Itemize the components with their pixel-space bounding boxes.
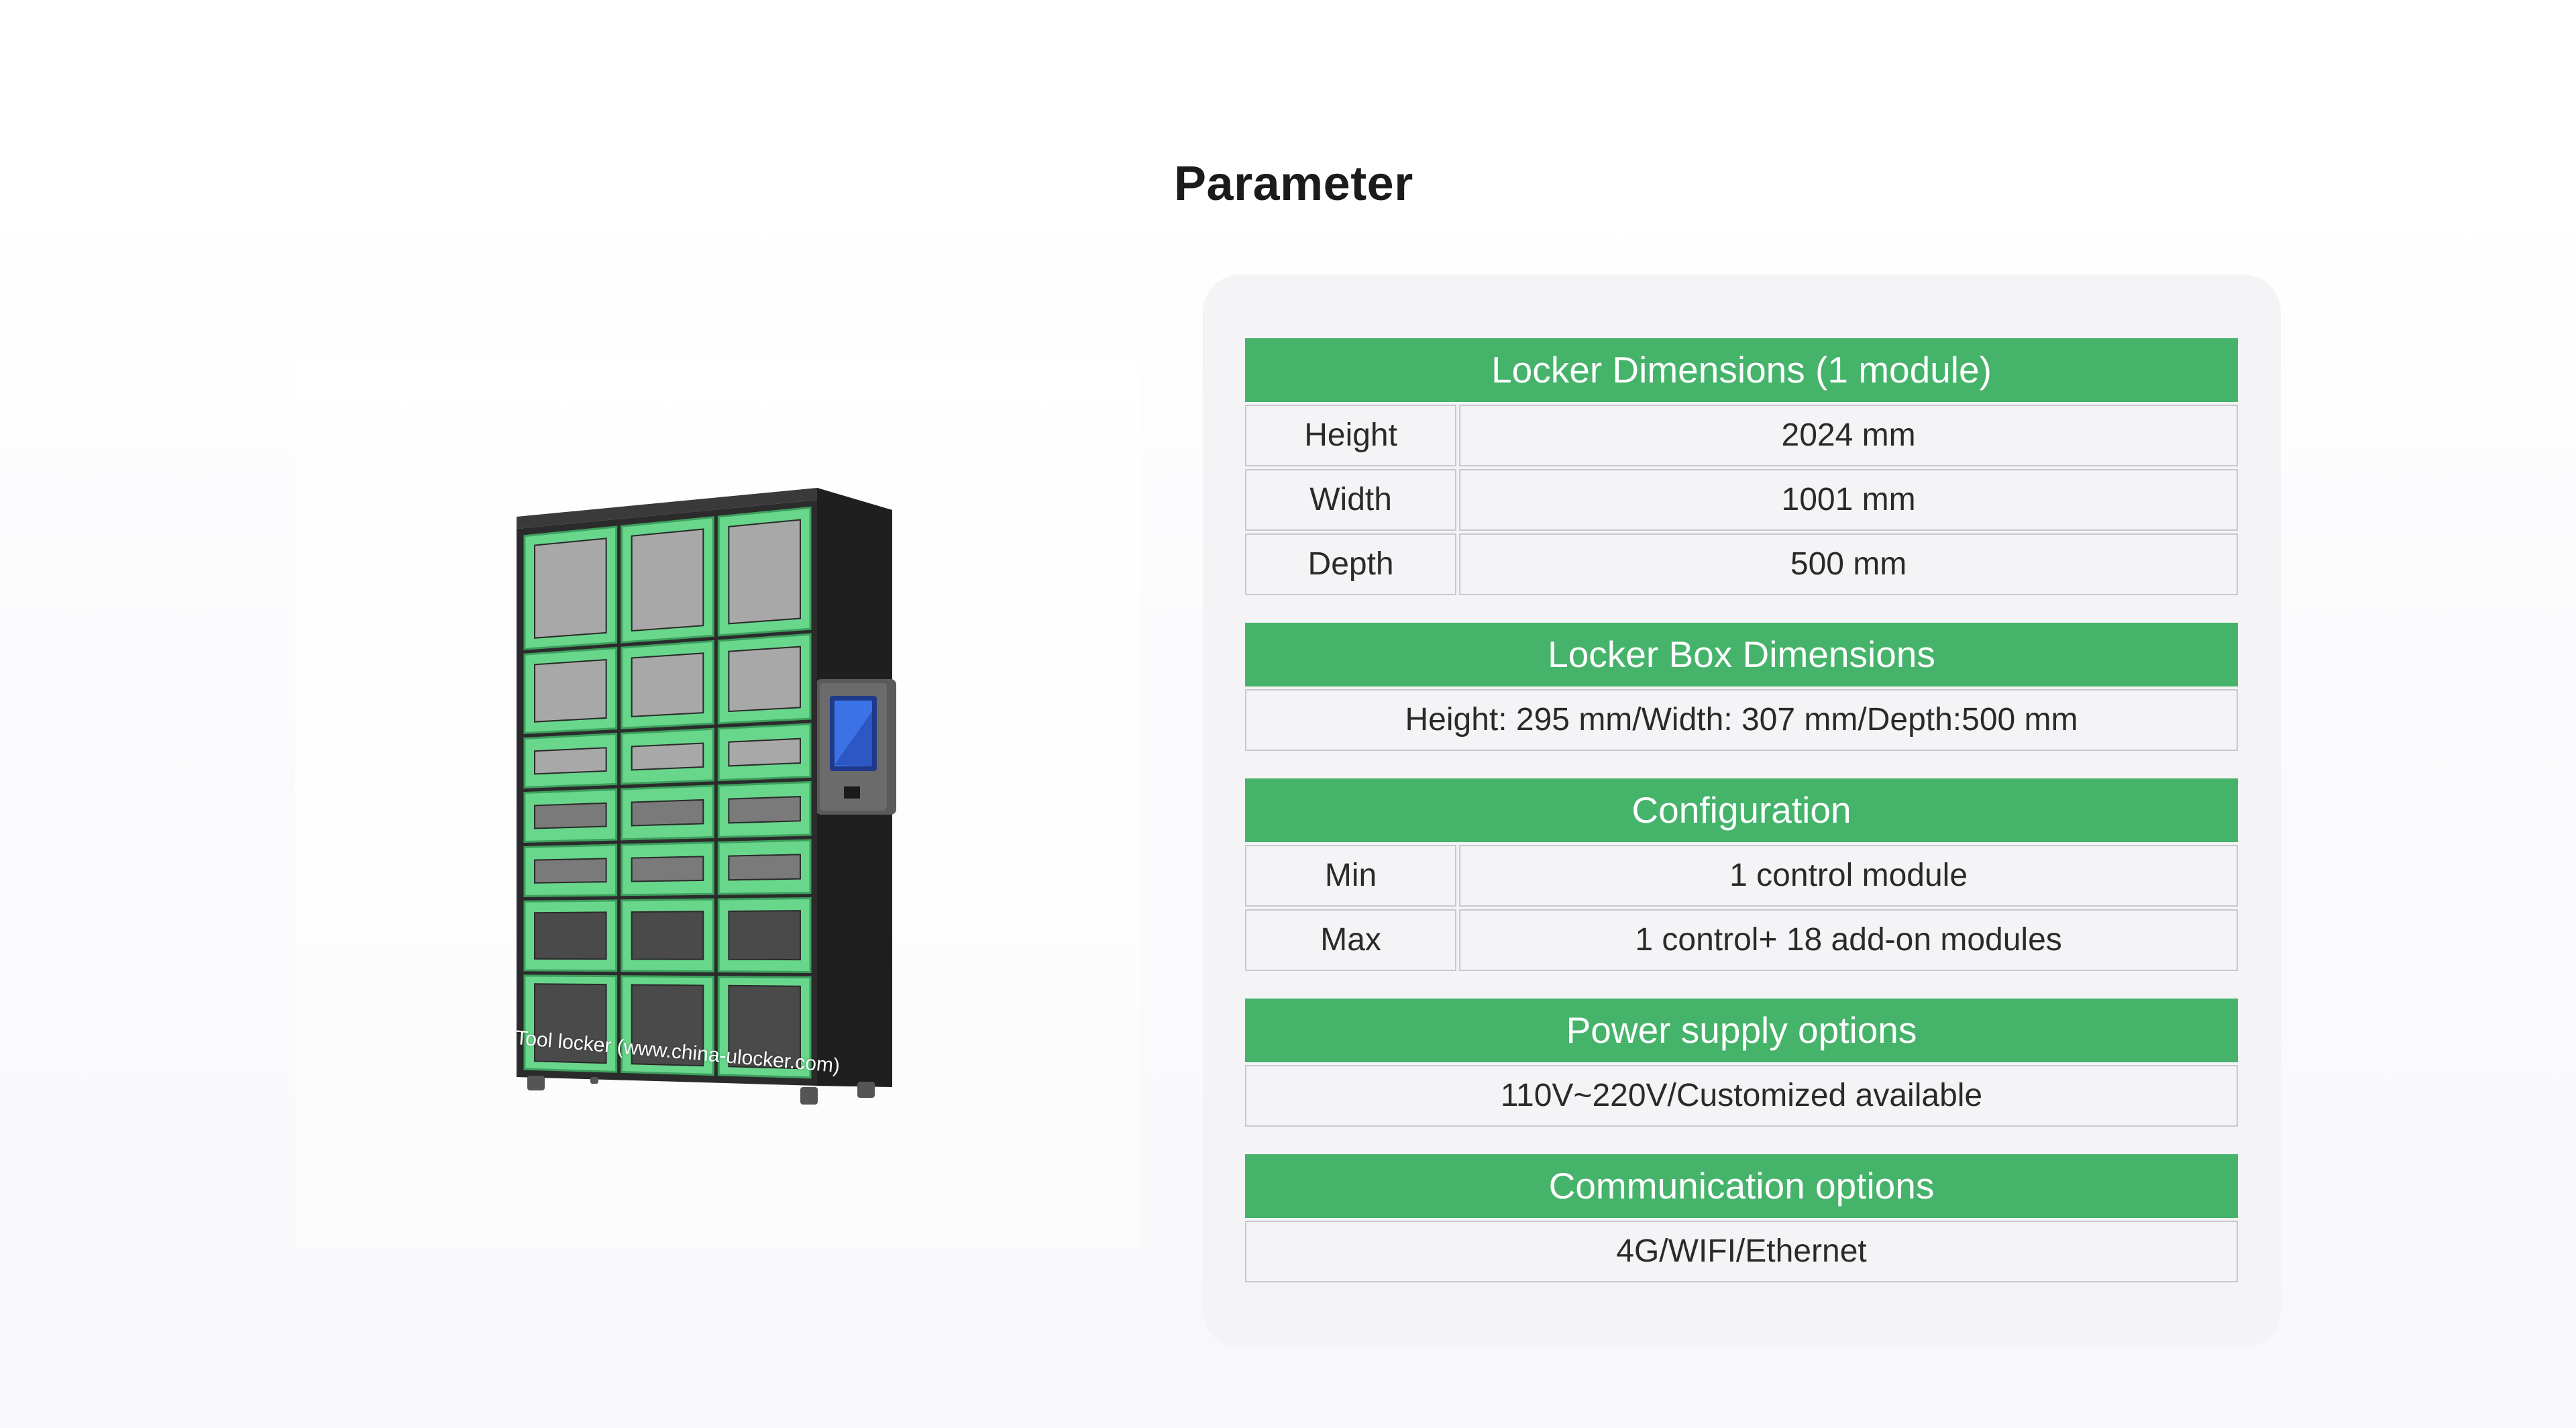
locker-dimensions-section: Locker Dimensions (1 module) Height 2024…	[1245, 338, 2238, 595]
locker-door-window	[534, 911, 607, 960]
box-dimensions-section: Locker Box Dimensions Height: 295 mm/Wid…	[1245, 623, 2238, 751]
spec-row-box-dimensions: Height: 295 mm/Width: 307 mm/Depth:500 m…	[1245, 689, 2238, 751]
spec-value: 1 control+ 18 add-on modules	[1459, 909, 2238, 971]
locker-door-window	[631, 799, 704, 827]
communication-section: Communication options 4G/WIFI/Ethernet	[1245, 1154, 2238, 1282]
locker-door-window	[631, 652, 704, 717]
locker-door-window	[631, 528, 704, 632]
locker-door-window	[728, 646, 801, 713]
spec-card: Locker Dimensions (1 module) Height 2024…	[1203, 274, 2281, 1348]
spec-value: Height: 295 mm/Width: 307 mm/Depth:500 m…	[1245, 689, 2238, 751]
locker-door-window	[631, 911, 704, 960]
locker-door-window	[631, 856, 704, 882]
spec-row-communication: 4G/WIFI/Ethernet	[1245, 1221, 2238, 1282]
communication-header: Communication options	[1245, 1154, 2238, 1218]
configuration-header: Configuration	[1245, 778, 2238, 842]
locker-door-window	[728, 854, 801, 881]
locker-door-window	[728, 796, 801, 824]
spec-row-width: Width 1001 mm	[1245, 469, 2238, 531]
spec-label: Width	[1245, 469, 1457, 531]
locker-door-window	[631, 742, 704, 771]
spec-row-depth: Depth 500 mm	[1245, 533, 2238, 595]
spec-label: Height	[1245, 405, 1457, 466]
spec-value: 4G/WIFI/Ethernet	[1245, 1221, 2238, 1282]
locker-door-window	[534, 858, 607, 884]
locker-door-window	[728, 737, 801, 767]
locker-door-window	[534, 659, 607, 723]
configuration-section: Configuration Min 1 control module Max 1…	[1245, 778, 2238, 971]
locker-door-window	[728, 910, 801, 961]
spec-value: 500 mm	[1459, 533, 2238, 595]
spec-label: Max	[1245, 909, 1457, 971]
power-supply-section: Power supply options 110V~220V/Customize…	[1245, 999, 2238, 1127]
spec-value: 1 control module	[1459, 845, 2238, 907]
locker-door-window	[534, 747, 607, 775]
spec-row-height: Height 2024 mm	[1245, 405, 2238, 466]
power-supply-header: Power supply options	[1245, 999, 2238, 1062]
spec-row-min: Min 1 control module	[1245, 845, 2238, 907]
box-dimensions-header: Locker Box Dimensions	[1245, 623, 2238, 686]
locker-dimensions-header: Locker Dimensions (1 module)	[1245, 338, 2238, 402]
spec-label: Min	[1245, 845, 1457, 907]
locker-doors	[523, 506, 812, 1079]
locker-door-window	[534, 802, 607, 829]
locker-door-window	[534, 538, 607, 639]
card-reader	[844, 786, 860, 799]
spec-row-power: 110V~220V/Customized available	[1245, 1065, 2238, 1127]
spec-row-max: Max 1 control+ 18 add-on modules	[1245, 909, 2238, 971]
locker-door-window	[728, 519, 801, 625]
spec-value: 110V~220V/Customized available	[1245, 1065, 2238, 1127]
spec-value: 1001 mm	[1459, 469, 2238, 531]
spec-value: 2024 mm	[1459, 405, 2238, 466]
spec-label: Depth	[1245, 533, 1457, 595]
